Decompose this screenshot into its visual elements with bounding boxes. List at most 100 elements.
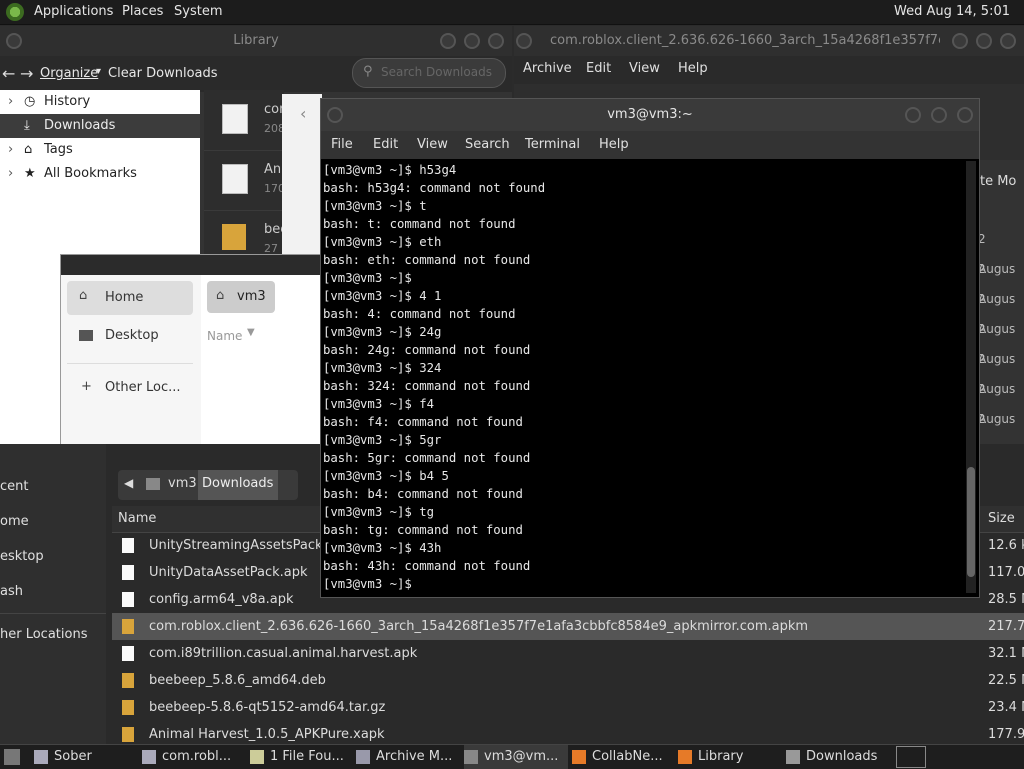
taskbar-item[interactable]: Library (678, 745, 782, 769)
menu-help[interactable]: Help (599, 131, 629, 159)
table-row[interactable]: com.i89trillion.casual.animal.harvest.ap… (112, 640, 1024, 667)
column-header-name[interactable]: Name (118, 511, 156, 526)
file-size: 217.7 (988, 619, 1024, 634)
maximize-icon[interactable] (464, 33, 480, 49)
taskbar-item[interactable]: Archive M... (356, 745, 460, 769)
search-downloads[interactable]: ⚲ Search Downloads (352, 58, 506, 88)
terminal-line: [vm3@vm3 ~]$ 43h (323, 541, 442, 555)
home-icon: ⌂ (79, 288, 88, 303)
file-size: 28.5 M (988, 592, 1024, 607)
minimize-icon[interactable] (440, 33, 456, 49)
table-row[interactable]: com.roblox.client_2.636.626-1660_3arch_1… (112, 613, 1024, 640)
expand-arrow-icon: › (8, 94, 14, 109)
terminal-line: [vm3@vm3 ~]$ (323, 271, 412, 285)
taskbar-label: Library (698, 749, 744, 764)
archive-titlebar[interactable]: com.roblox.client_2.636.626-1660_3arch_1… (514, 26, 1024, 56)
sidebar-item-trash[interactable]: ash (0, 575, 106, 609)
clock[interactable]: Wed Aug 14, 5:01 PM (894, 0, 1024, 43)
window-menu-icon[interactable] (327, 107, 343, 123)
forward-arrow-icon[interactable]: → (20, 64, 33, 83)
taskbar-item[interactable]: CollabNe... (572, 745, 674, 769)
taskbar-item[interactable]: 1 File Fou... (250, 745, 352, 769)
package-icon (222, 224, 246, 250)
document-icon (122, 592, 134, 607)
terminal-titlebar[interactable]: vm3@vm3:~ (321, 99, 979, 131)
file-size: 117.0 (988, 565, 1024, 580)
sidebar-item-all-bookmarks[interactable]: › ★ All Bookmarks (0, 162, 200, 186)
taskbar-item[interactable]: vm3@vm... (464, 745, 568, 769)
menu-file[interactable]: File (331, 131, 353, 159)
distro-logo-icon[interactable] (6, 3, 24, 21)
date-cell: 2 Augus (978, 292, 1016, 336)
menu-view[interactable]: View (417, 131, 448, 159)
file-name: com.i89trillion.casual.animal.harvest.ap… (149, 646, 418, 661)
archive-menubar: Archive Edit View Help (514, 56, 1024, 84)
dialog-titlebar[interactable] (61, 255, 323, 275)
table-row[interactable]: beebeep-5.8.6-qt5152-amd64.tar.gz 23.4 M (112, 694, 1024, 721)
back-chevron-icon[interactable]: ◀ (124, 476, 133, 490)
sidebar-item-home[interactable]: ome (0, 505, 106, 539)
terminal-icon (464, 749, 478, 764)
minimize-icon[interactable] (952, 33, 968, 49)
clear-downloads-button[interactable]: Clear Downloads (108, 66, 218, 81)
window-menu-icon[interactable] (516, 33, 532, 49)
menu-edit[interactable]: Edit (373, 131, 398, 159)
places-menu[interactable]: Places (122, 0, 163, 24)
workspace-switcher[interactable] (896, 746, 926, 768)
maximize-icon[interactable] (931, 107, 947, 123)
menu-view[interactable]: View (629, 61, 660, 76)
file-size: 12.6 k (988, 538, 1024, 553)
terminal-scrollbar[interactable] (966, 161, 976, 593)
table-row[interactable]: beebeep_5.8.6_amd64.deb 22.5 M (112, 667, 1024, 694)
date-cell: 2 Augus (978, 232, 1016, 276)
terminal-output[interactable]: [vm3@vm3 ~]$ h53g4 bash: h53g4: command n… (323, 161, 963, 593)
breadcrumb-vm3[interactable]: ⌂ vm3 (207, 281, 275, 313)
minimize-icon[interactable] (905, 107, 921, 123)
crumb-downloads: Downloads (202, 476, 274, 491)
terminal-line: [vm3@vm3 ~]$ b4 5 (323, 469, 449, 483)
column-header-size[interactable]: Size (988, 511, 1015, 526)
sidebar-item-history[interactable]: › ◷ History (0, 90, 200, 114)
sidebar-item-downloads[interactable]: ⤓ Downloads (0, 114, 200, 138)
applications-menu[interactable]: Applications (34, 0, 113, 24)
sidebar-item-other-locations[interactable]: + Other Loc... (67, 371, 193, 405)
folder-icon (786, 749, 800, 764)
sidebar-item-home[interactable]: ⌂ Home (67, 281, 193, 315)
list-item[interactable]: com 208 (204, 90, 292, 151)
menu-edit[interactable]: Edit (586, 61, 611, 76)
organize-button[interactable]: Organize (40, 66, 98, 81)
terminal-window: vm3@vm3:~ File Edit View Search Terminal… (320, 98, 980, 598)
menu-terminal[interactable]: Terminal (525, 131, 580, 159)
terminal-line: bash: tg: command not found (323, 523, 523, 537)
sidebar-item-other-locations[interactable]: her Locations (0, 618, 106, 652)
crumb-downloads-box[interactable]: Downloads (198, 470, 278, 500)
sidebar-item-tags[interactable]: › ⌂ Tags (0, 138, 200, 162)
show-desktop-icon[interactable] (4, 749, 20, 765)
library-titlebar[interactable]: Library (0, 26, 512, 56)
chevron-down-icon: ▾ (96, 66, 102, 77)
scrollbar-thumb[interactable] (967, 467, 975, 577)
list-item[interactable]: Ani 170 (204, 150, 285, 211)
close-icon[interactable] (957, 107, 973, 123)
menu-help[interactable]: Help (678, 61, 708, 76)
menu-search[interactable]: Search (465, 131, 510, 159)
close-icon[interactable] (1000, 33, 1016, 49)
terminal-line: bash: 5gr: command not found (323, 451, 531, 465)
menu-archive[interactable]: Archive (523, 61, 572, 76)
file-name: UnityDataAssetPack.apk (149, 565, 308, 580)
back-arrow-icon[interactable]: ← (2, 64, 15, 83)
maximize-icon[interactable] (976, 33, 992, 49)
sidebar-item-recent[interactable]: cent (0, 470, 106, 504)
close-icon[interactable] (488, 33, 504, 49)
taskbar-item[interactable]: Downloads (786, 745, 890, 769)
window-menu-icon[interactable] (6, 33, 22, 49)
sidebar-item-desktop[interactable]: esktop (0, 540, 106, 574)
column-header-name[interactable]: Name (207, 329, 242, 343)
back-chevron-icon[interactable]: ‹ (300, 104, 306, 123)
library-toolbar: ← → Organize ▾ Clear Downloads ⚲ Search … (0, 56, 512, 92)
sidebar-item-desktop[interactable]: Desktop (67, 319, 193, 353)
taskbar-item[interactable]: Sober (34, 745, 138, 769)
taskbar-item[interactable]: com.robl... (142, 745, 246, 769)
system-menu[interactable]: System (174, 0, 222, 24)
crumb-vm3[interactable]: vm3 (168, 476, 197, 491)
